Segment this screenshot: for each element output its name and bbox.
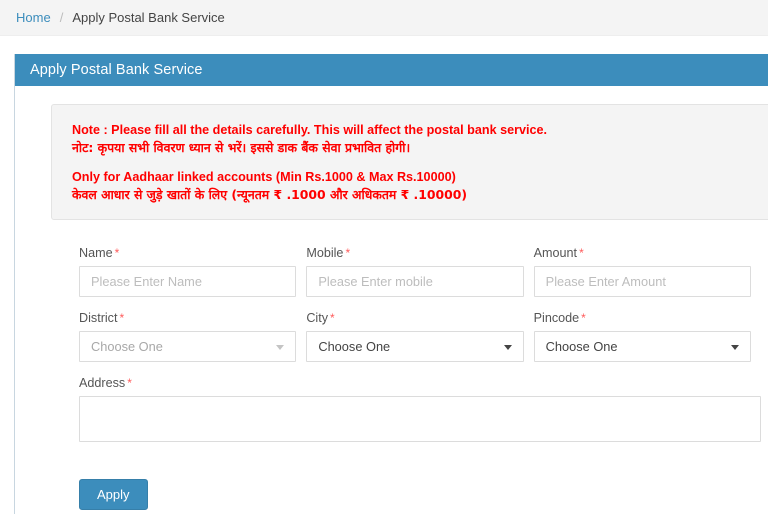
breadcrumb-current: Apply Postal Bank Service — [72, 10, 225, 25]
field-district: District * Choose One — [79, 311, 297, 362]
form-row-contact: Name* Mobile* Amount* — [79, 246, 761, 297]
apply-form: Name* Mobile* Amount* — [37, 220, 761, 510]
form-row-location: District* Choose One City* Choose One — [79, 311, 761, 362]
city-label-text: City — [306, 311, 329, 325]
chevron-down-icon — [503, 344, 512, 350]
card-header: Apply Postal Bank Service — [15, 54, 768, 86]
required-asterisk: * — [581, 311, 586, 325]
field-mobile: Mobile * — [306, 246, 524, 297]
required-asterisk: * — [127, 376, 132, 390]
pincode-selected-value: Choose One — [545, 339, 618, 354]
required-asterisk: * — [114, 246, 120, 260]
apply-postal-bank-service-card: Apply Postal Bank Service Note : Please … — [14, 54, 768, 514]
breadcrumb-home-link[interactable]: Home — [16, 10, 51, 25]
address-label-text: Address — [79, 376, 126, 390]
address-textarea[interactable] — [79, 396, 761, 442]
required-asterisk: * — [119, 311, 125, 325]
breadcrumb: Home / Apply Postal Bank Service — [0, 0, 768, 36]
field-amount: Amount * — [533, 246, 751, 297]
pincode-label-text: Pincode — [533, 311, 580, 325]
note-spacer — [72, 156, 768, 169]
note-hindi-limits: केवल आधार से जुड़े खातों के लिए (न्यूनतम… — [72, 187, 468, 202]
name-label: Name * — [79, 246, 296, 260]
card-body: Note : Please fill all the details caref… — [15, 86, 768, 514]
city-label: City * — [306, 311, 523, 325]
required-asterisk: * — [579, 246, 584, 260]
name-input[interactable] — [79, 266, 297, 297]
pincode-label: Pincode * — [534, 311, 751, 325]
city-selected-value: Choose One — [318, 339, 391, 354]
form-row-address: Address * — [79, 376, 761, 447]
required-asterisk: * — [330, 311, 335, 325]
district-label-text: District — [79, 311, 118, 325]
pincode-select[interactable]: Choose One — [533, 331, 751, 362]
mobile-label: Mobile * — [306, 246, 523, 260]
breadcrumb-separator: / — [59, 10, 64, 25]
note-english-primary: Note : Please fill all the details caref… — [72, 123, 547, 137]
note-panel: Note : Please fill all the details caref… — [51, 104, 768, 220]
address-label: Address * — [79, 376, 761, 390]
mobile-label-text: Mobile — [306, 246, 344, 260]
district-label: District * — [79, 311, 296, 325]
district-selected-value: Choose One — [91, 339, 163, 354]
apply-button[interactable]: Apply — [79, 479, 148, 510]
amount-input[interactable] — [533, 266, 751, 297]
field-city: City * Choose One — [306, 311, 524, 362]
amount-label: Amount * — [534, 246, 751, 260]
note-english-limits: Only for Aadhaar linked accounts (Min Rs… — [72, 170, 456, 184]
field-pincode: Pincode * Choose One — [533, 311, 751, 362]
mobile-input[interactable] — [306, 266, 524, 297]
note-hindi-primary: नोट: कृपया सभी विवरण ध्यान से भरें। इससे… — [72, 140, 411, 155]
district-select[interactable]: Choose One — [79, 331, 297, 362]
amount-label-text: Amount — [533, 246, 578, 260]
field-name: Name * — [79, 246, 297, 297]
chevron-down-icon — [730, 344, 739, 350]
field-address: Address * — [79, 376, 761, 447]
required-asterisk: * — [345, 246, 351, 260]
city-select[interactable]: Choose One — [306, 331, 524, 362]
chevron-down-icon — [276, 344, 285, 350]
page-title: Apply Postal Bank Service — [30, 62, 203, 78]
name-label-text: Name — [79, 246, 113, 260]
